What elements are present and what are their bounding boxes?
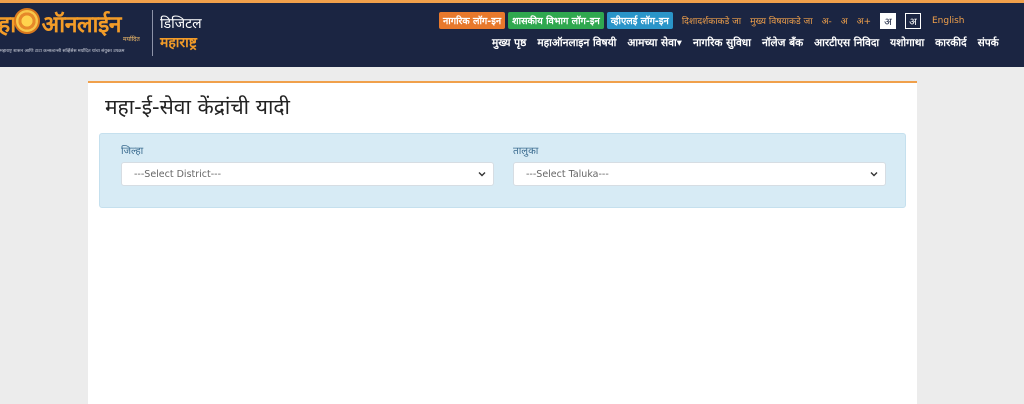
district-select-value: ---Select District--- xyxy=(134,168,222,180)
content-card: महा-ई-सेवा केंद्रांची यादी जिल्हा ---Sel… xyxy=(88,81,917,404)
font-normal-button[interactable]: अ xyxy=(841,14,848,27)
top-utility-bar: नागरिक लॉग-इन शासकीय विभाग लॉग-इन व्हीएल… xyxy=(439,12,965,29)
contrast-light-button[interactable]: अ xyxy=(880,12,896,29)
chevron-down-icon xyxy=(478,172,486,177)
main-navigation: मुख्य पृष्ठ महाऑनलाइन विषयी आमच्या सेवा▾… xyxy=(492,36,999,52)
language-switch-link[interactable]: English xyxy=(932,16,965,26)
citizen-login-button[interactable]: नागरिक लॉग-इन xyxy=(439,12,506,29)
filter-panel: जिल्हा ---Select District--- तालुका ---S… xyxy=(99,133,906,208)
logo-tagline: महाराष्ट्र शासन आणि टाटा कन्सल्टन्सी सर्… xyxy=(0,49,125,54)
digital-maharashtra-bottom[interactable]: महाराष्ट्र xyxy=(160,33,197,52)
nav-services-dropdown[interactable]: आमच्या सेवा▾ xyxy=(627,36,682,52)
government-dept-login-button[interactable]: शासकीय विभाग लॉग-इन xyxy=(508,12,604,29)
site-header: हा ऑनलाईन मर्यादित महाराष्ट्र शासन आणि टा… xyxy=(0,0,1024,67)
font-decrease-button[interactable]: अ- xyxy=(822,14,832,27)
district-select[interactable]: ---Select District--- xyxy=(121,162,494,186)
nav-careers[interactable]: कारकीर्द xyxy=(935,36,966,52)
contrast-dark-button[interactable]: अ xyxy=(905,12,921,29)
font-increase-button[interactable]: अ+ xyxy=(857,14,871,27)
logo-divider xyxy=(152,10,153,56)
nav-home[interactable]: मुख्य पृष्ठ xyxy=(492,36,526,52)
nav-knowledge-bank[interactable]: नॉलेज बँक xyxy=(762,36,803,52)
skip-to-main-content-link[interactable]: मुख्य विषयाकडे जा xyxy=(750,14,812,27)
skip-to-navigation-link[interactable]: दिशादर्शकाकडे जा xyxy=(682,14,741,27)
nav-rts-tenders[interactable]: आरटीएस निविदा xyxy=(814,36,879,52)
logo-text-right: ऑनलाईन xyxy=(41,11,122,38)
logo-subtext: मर्यादित xyxy=(123,36,140,43)
district-label: जिल्हा xyxy=(121,146,144,157)
header-accent-line xyxy=(0,0,1024,3)
taluka-select[interactable]: ---Select Taluka--- xyxy=(513,162,886,186)
nav-contact[interactable]: संपर्क xyxy=(978,36,999,52)
digital-maharashtra-top[interactable]: डिजिटल xyxy=(160,14,202,33)
sun-emblem-icon xyxy=(14,8,40,34)
nav-success-stories[interactable]: यशोगाथा xyxy=(890,36,924,52)
page-title: महा-ई-सेवा केंद्रांची यादी xyxy=(105,95,290,119)
vle-login-button[interactable]: व्हीएलई लॉग-इन xyxy=(606,12,673,29)
chevron-down-icon xyxy=(870,172,878,177)
logo-text-left: हा xyxy=(0,11,16,38)
nav-about[interactable]: महाऑनलाइन विषयी xyxy=(537,36,616,52)
taluka-select-value: ---Select Taluka--- xyxy=(526,168,609,180)
nav-citizen-facilities[interactable]: नागरिक सुविधा xyxy=(693,36,751,52)
taluka-label: तालुका xyxy=(513,146,539,157)
